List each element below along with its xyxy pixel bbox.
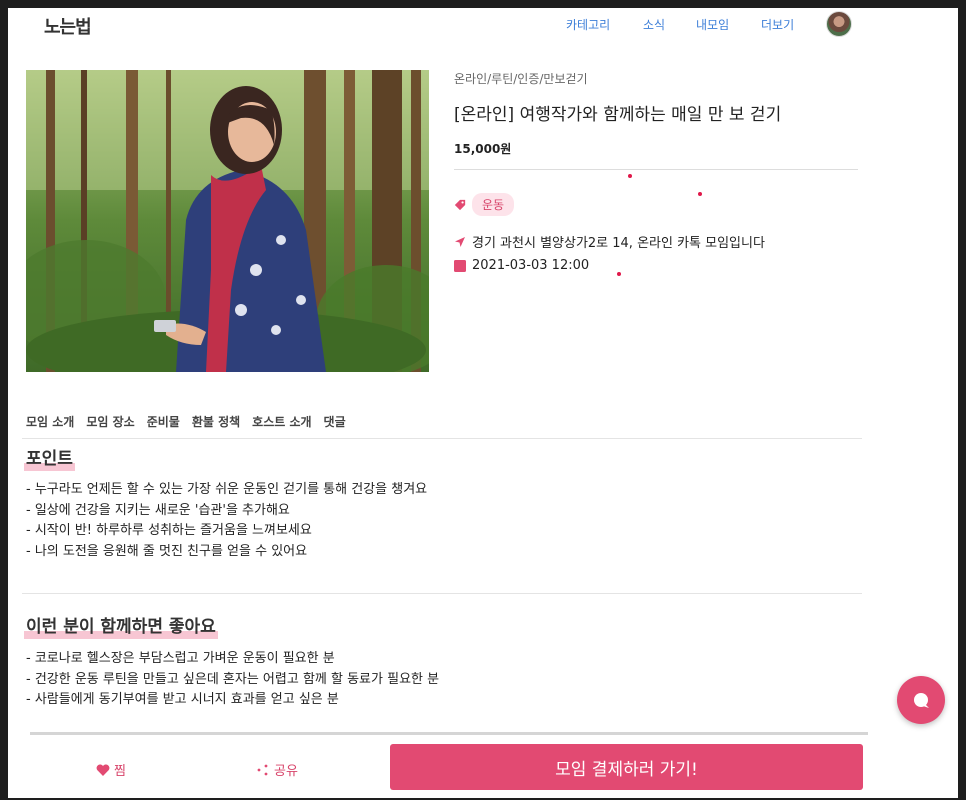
nav-category[interactable]: 카테고리 bbox=[566, 16, 610, 33]
pay-button[interactable]: 모임 결제하러 가기! bbox=[390, 744, 863, 790]
tag-row: 운동 bbox=[454, 193, 515, 216]
meetup-location: 경기 과천시 별양상가2로 14, 온라인 카톡 모임입니다 bbox=[472, 236, 765, 251]
calendar-icon bbox=[454, 259, 466, 272]
datetime-row: 2021-03-03 12:00 bbox=[454, 258, 589, 273]
section-heading: 포인트 bbox=[24, 444, 75, 471]
like-label: 찜 bbox=[114, 764, 126, 779]
section-divider bbox=[22, 593, 862, 594]
list-item: - 사람들에게 동기부여를 받고 시너지 효과를 얻고 싶은 분 bbox=[26, 692, 339, 707]
point-list: - 누구라도 언제든 할 수 있는 가장 쉬운 운동인 걷기를 통해 건강을 챙… bbox=[26, 480, 427, 562]
section-title-point: 포인트 bbox=[24, 444, 75, 471]
category-tag[interactable]: 운동 bbox=[472, 193, 515, 216]
info-divider bbox=[454, 169, 858, 170]
share-button[interactable]: 공유 bbox=[256, 760, 298, 779]
meetup-category: 온라인/루틴/인증/만보걷기 bbox=[454, 72, 588, 86]
tab-intro[interactable]: 모임 소개 bbox=[26, 413, 74, 430]
horizontal-scrollbar[interactable] bbox=[30, 732, 868, 735]
bottom-action-bar: 찜 공유 모임 결제하러 가기! bbox=[8, 738, 958, 798]
nav-my-meetups[interactable]: 내모임 bbox=[696, 16, 729, 33]
meetup-datetime: 2021-03-03 12:00 bbox=[472, 258, 590, 273]
location-arrow-icon bbox=[455, 236, 465, 247]
meetup-title: [온라인] 여행작가와 함께하는 매일 만 보 걷기 bbox=[454, 105, 782, 125]
list-item: - 누구라도 언제든 할 수 있는 가장 쉬운 운동인 걷기를 통해 건강을 챙… bbox=[26, 482, 428, 497]
recommend-list: - 코로나로 헬스장은 부담스럽고 가벼운 운동이 필요한 분 - 건강한 운동… bbox=[26, 649, 439, 711]
meetup-price: 15,000원 bbox=[454, 142, 512, 156]
user-avatar[interactable] bbox=[826, 11, 852, 37]
like-button[interactable]: 찜 bbox=[96, 760, 126, 779]
marker-dot bbox=[628, 174, 632, 178]
chat-bubble-icon bbox=[914, 693, 929, 708]
list-item: - 일상에 건강을 지키는 새로운 '습관'을 추가해요 bbox=[26, 502, 290, 518]
marker-dot bbox=[698, 192, 702, 196]
tag-icon bbox=[454, 199, 466, 210]
header: 노는법 카테고리 소식 내모임 더보기 bbox=[8, 8, 958, 42]
nav-more[interactable]: 더보기 bbox=[761, 16, 794, 33]
section-heading: 이런 분이 함께하면 좋아요 bbox=[24, 612, 218, 639]
list-item: - 시작이 반! 하루하루 성취하는 즐거움을 느껴보세요 bbox=[26, 523, 312, 538]
tabs-divider bbox=[22, 438, 862, 439]
marker-dot bbox=[617, 272, 621, 276]
list-item: - 코로나로 헬스장은 부담스럽고 가벼운 운동이 필요한 분 bbox=[26, 651, 335, 666]
logo[interactable]: 노는법 bbox=[44, 13, 92, 39]
tab-place[interactable]: 모임 장소 bbox=[86, 413, 134, 430]
tab-refund[interactable]: 환불 정책 bbox=[192, 413, 240, 430]
chat-button[interactable] bbox=[897, 676, 945, 724]
list-item: - 나의 도전을 응원해 줄 멋진 친구를 얻을 수 있어요 bbox=[26, 543, 308, 559]
tab-supplies[interactable]: 준비물 bbox=[147, 413, 180, 430]
meetup-info: 온라인/루틴/인증/만보걷기 [온라인] 여행작가와 함께하는 매일 만 보 걷… bbox=[454, 70, 858, 273]
section-title-recommend: 이런 분이 함께하면 좋아요 bbox=[24, 612, 218, 639]
list-item: - 건강한 운동 루틴을 만들고 싶은데 혼자는 어렵고 함께 할 동료가 필요… bbox=[26, 671, 440, 687]
tab-host[interactable]: 호스트 소개 bbox=[252, 413, 311, 430]
meetup-photo bbox=[26, 70, 429, 372]
share-label: 공유 bbox=[274, 764, 298, 779]
heart-icon bbox=[96, 763, 110, 776]
nav-news[interactable]: 소식 bbox=[643, 16, 665, 33]
app-frame: 노는법 카테고리 소식 내모임 더보기 온라인/루틴/인증/만보걷기 [온라인]… bbox=[8, 8, 958, 798]
share-icon bbox=[257, 764, 268, 775]
tab-comments[interactable]: 댓글 bbox=[324, 413, 346, 430]
location-row: 경기 과천시 별양상가2로 14, 온라인 카톡 모임입니다 bbox=[454, 232, 765, 251]
detail-tabs: 모임 소개 모임 장소 준비물 환불 정책 호스트 소개 댓글 bbox=[26, 413, 358, 430]
